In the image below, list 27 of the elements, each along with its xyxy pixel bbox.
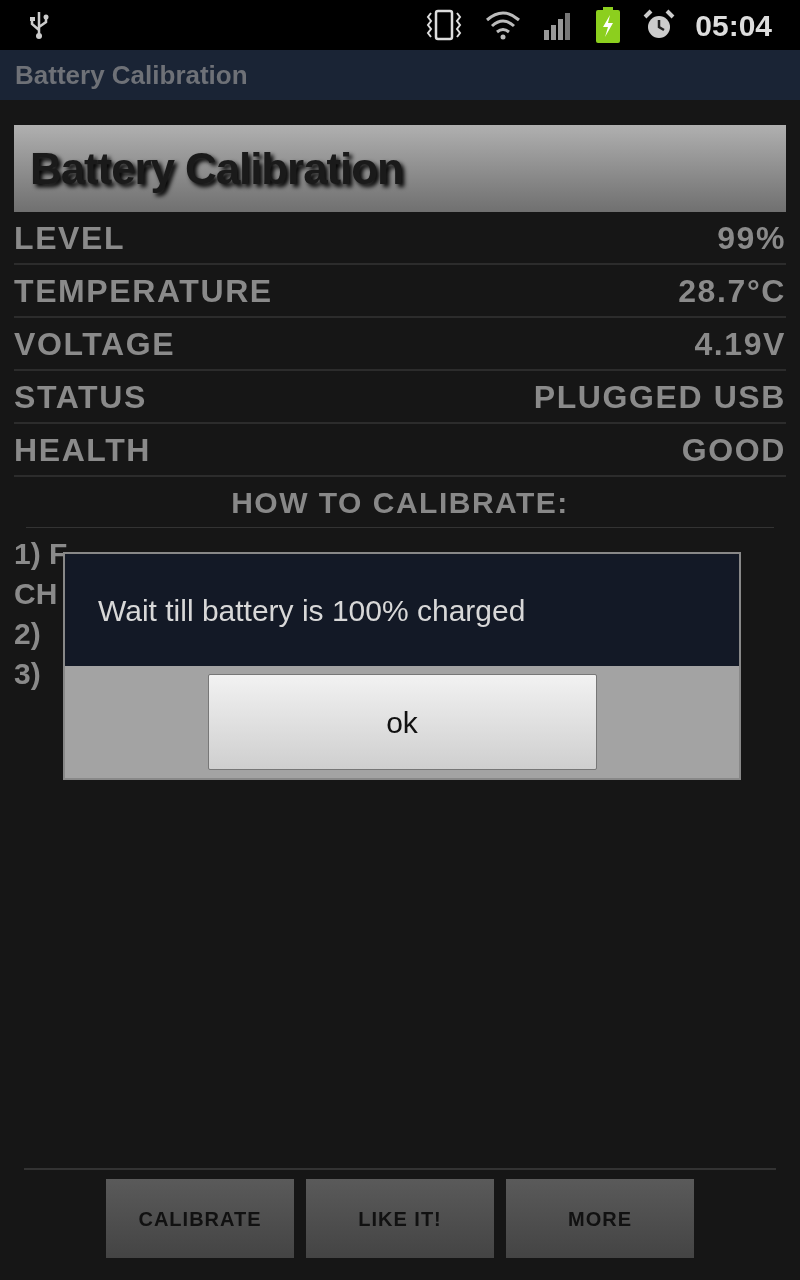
stat-value: 99%: [717, 218, 786, 258]
instructions-heading: HOW TO CALIBRATE:: [231, 484, 569, 521]
stat-value: PLUGGED USB: [533, 377, 786, 417]
stat-label: VOLTAGE: [14, 324, 176, 364]
dialog-message: Wait till battery is 100% charged: [98, 592, 526, 629]
alarm-icon: [643, 9, 676, 41]
vibrate-icon: [425, 9, 464, 41]
header-title: Battery Calibration: [30, 142, 403, 195]
action-button[interactable]: CALIBRATE: [106, 1179, 294, 1258]
action-button[interactable]: LIKE IT!: [306, 1179, 494, 1258]
stat-value: GOOD: [681, 430, 786, 470]
instruction-line: CH: [14, 576, 58, 612]
stat-label: LEVEL: [14, 218, 126, 258]
stat-value: 28.7°C: [678, 271, 786, 311]
usb-icon: [28, 10, 50, 40]
instruction-line: 3): [14, 656, 41, 692]
stat-label: HEALTH: [14, 430, 151, 470]
ok-button[interactable]: ok: [207, 674, 597, 770]
stat-value: 4.19V: [694, 324, 786, 364]
clock-time: 05:04: [695, 7, 772, 44]
stat-label: TEMPERATURE: [14, 271, 273, 311]
action-button[interactable]: MORE: [506, 1179, 694, 1258]
window-title: Battery Calibration: [15, 58, 248, 92]
instruction-line: 2): [14, 616, 41, 652]
stat-label: STATUS: [14, 377, 147, 417]
wifi-icon: [485, 10, 522, 40]
charging-battery-icon: [595, 7, 622, 43]
